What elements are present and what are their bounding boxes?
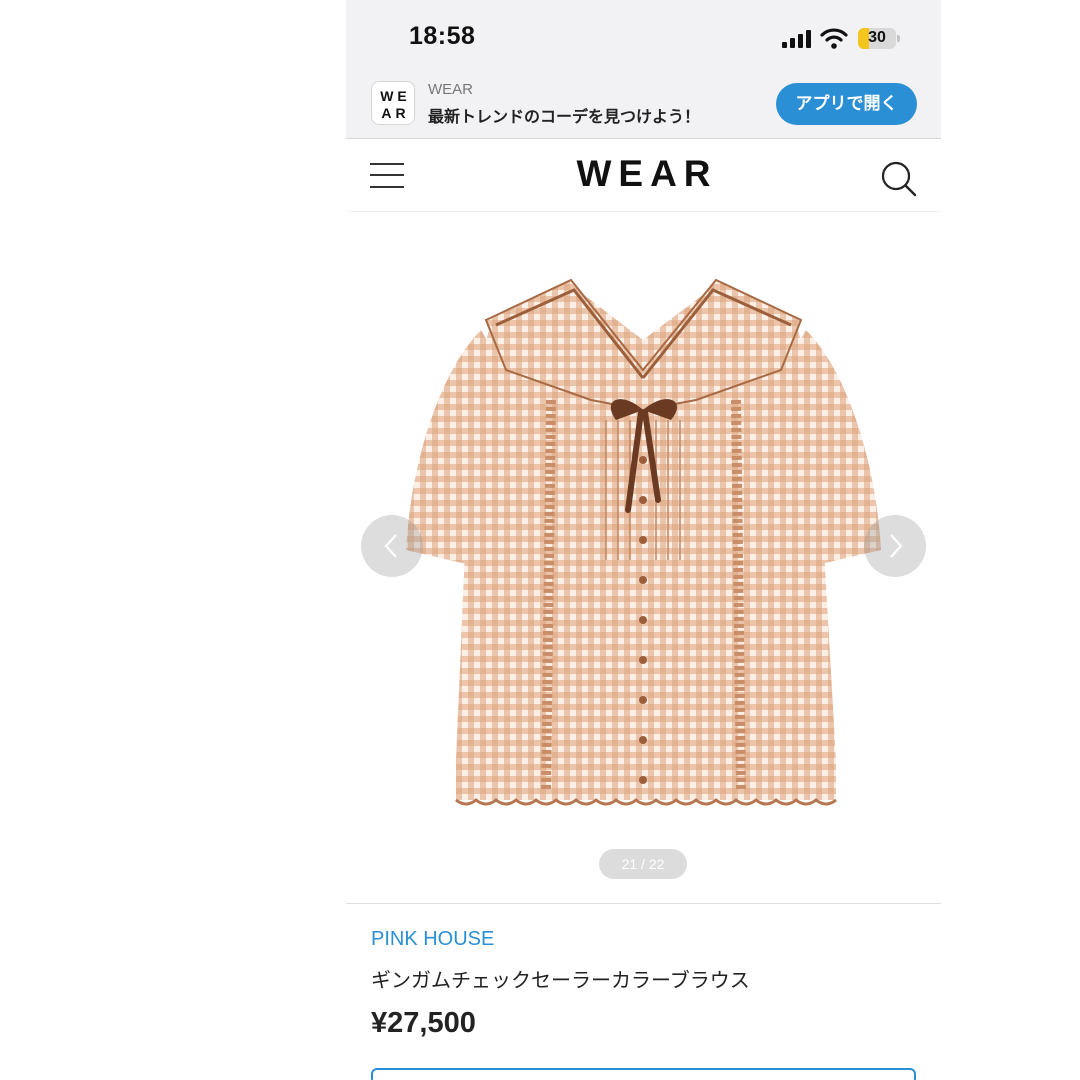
app-install-banner: WE AR WEAR 最新トレンドのコーデを見つけよう！ アプリで開く <box>346 76 941 139</box>
product-brand-link[interactable]: PINK HOUSE <box>371 928 494 951</box>
chevron-right-icon <box>890 534 903 558</box>
previous-image-button[interactable] <box>361 515 423 577</box>
product-price: ¥27,500 <box>371 1007 476 1039</box>
battery-percentage: 30 <box>868 29 886 46</box>
divider <box>346 903 941 904</box>
chevron-left-icon <box>384 534 397 558</box>
open-in-app-button[interactable]: アプリで開く <box>776 83 917 125</box>
cellular-signal-icon <box>782 30 811 48</box>
status-time: 18:58 <box>409 22 476 50</box>
product-image-gallery[interactable]: 21 / 22 <box>346 212 941 902</box>
image-counter: 21 / 22 <box>599 849 687 879</box>
battery-icon: 30 <box>858 28 900 49</box>
mobile-screen: 18:58 30 WE AR WEAR 最新トレンドのコーデを見つけよう！ アプ… <box>346 0 941 1080</box>
product-image <box>406 278 881 806</box>
status-bar: 18:58 30 <box>346 0 941 76</box>
wifi-icon <box>820 28 848 49</box>
purchase-button[interactable] <box>371 1068 916 1080</box>
site-logo[interactable]: WEAR <box>346 153 941 195</box>
next-image-button[interactable] <box>864 515 926 577</box>
site-header: WEAR <box>346 139 941 211</box>
banner-tagline: 最新トレンドのコーデを見つけよう！ <box>428 109 701 126</box>
product-name: ギンガムチェックセーラーカラーブラウス <box>371 970 750 992</box>
banner-app-name: WEAR <box>428 81 473 98</box>
search-icon[interactable] <box>880 160 918 198</box>
wear-app-icon: WE AR <box>371 81 415 125</box>
